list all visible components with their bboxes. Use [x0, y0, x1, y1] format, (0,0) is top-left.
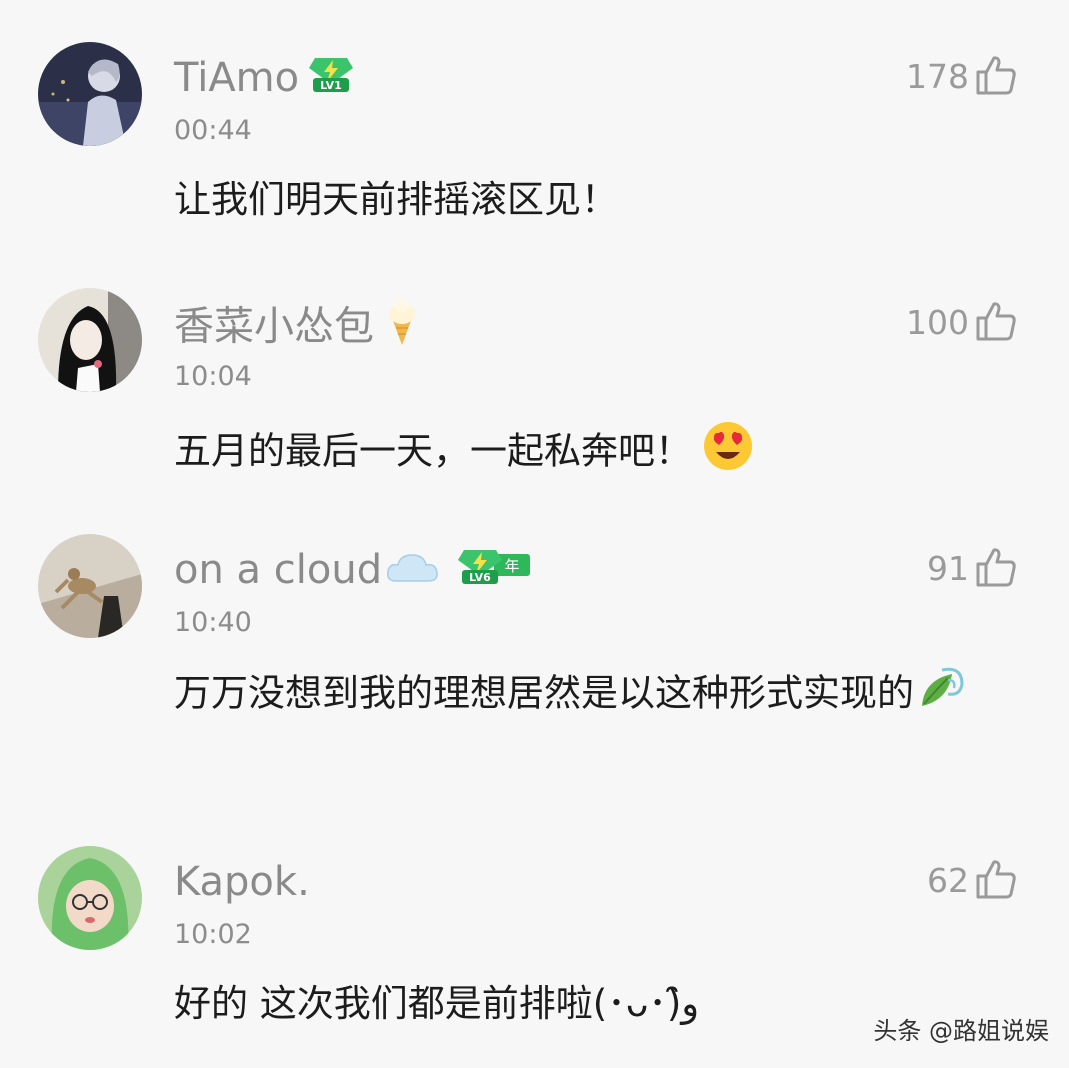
like-count: 178 [906, 57, 969, 96]
svg-text:LV6: LV6 [469, 571, 491, 584]
cloud-icon [384, 546, 440, 598]
username[interactable]: 香菜小怂包 [174, 298, 422, 359]
level-badge-icon: 年 LV6 [458, 546, 532, 599]
ice-cream-icon [382, 298, 422, 359]
avatar[interactable] [38, 534, 142, 638]
avatar[interactable] [38, 42, 142, 146]
like-count: 91 [927, 549, 969, 588]
thumbs-up-icon [975, 300, 1017, 346]
comment-text: 五月的最后一天，一起私奔吧！ [174, 420, 1004, 486]
svg-text:LV1: LV1 [320, 79, 342, 92]
like-button[interactable]: 91 [927, 546, 1017, 592]
comment-time: 10:40 [174, 607, 252, 638]
svg-text:年: 年 [505, 557, 520, 575]
thumbs-up-icon [975, 54, 1017, 100]
like-button[interactable]: 62 [927, 858, 1017, 904]
avatar[interactable] [38, 288, 142, 392]
like-count: 62 [927, 861, 969, 900]
thumbs-up-icon [975, 546, 1017, 592]
comment-time: 10:02 [174, 919, 252, 950]
like-count: 100 [906, 303, 969, 342]
comment-text: 让我们明天前排摇滚区见！ [174, 178, 618, 221]
username[interactable]: Kapok. [174, 856, 310, 908]
watermark: 头条 @路姐说娱 [873, 1017, 1049, 1045]
username[interactable]: on a cloud 年 LV6 [174, 544, 532, 599]
comment-time: 10:04 [174, 361, 252, 392]
avatar[interactable] [38, 846, 142, 950]
like-button[interactable]: 178 [906, 54, 1017, 100]
thumbs-up-icon [975, 858, 1017, 904]
leaf-wind-emoji-icon [918, 666, 966, 724]
like-button[interactable]: 100 [906, 300, 1017, 346]
comment-time: 00:44 [174, 115, 252, 146]
level-badge-icon: LV1 [307, 54, 355, 107]
username[interactable]: TiAmo LV1 [174, 52, 355, 107]
comment-text: 万万没想到我的理想居然是以这种形式实现的 [174, 666, 994, 724]
heart-eyes-emoji-icon [702, 420, 754, 486]
